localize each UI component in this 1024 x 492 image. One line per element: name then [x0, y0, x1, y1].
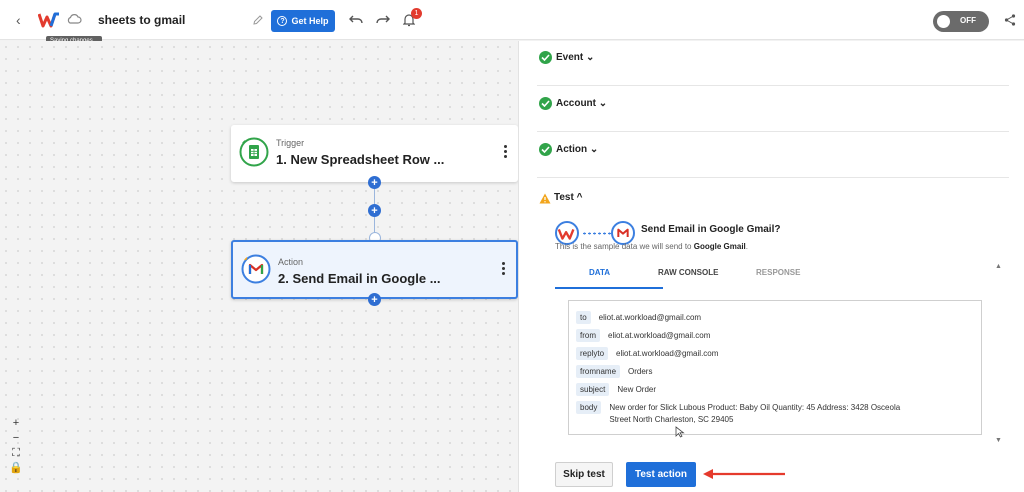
- workflow-on-off-toggle[interactable]: OFF: [933, 11, 989, 32]
- tab-response[interactable]: RESPONSE: [756, 268, 800, 277]
- test-tabs: DATA RAW CONSOLE RESPONSE: [555, 265, 995, 289]
- check-circle-icon: [539, 97, 552, 110]
- flow-dots: [582, 232, 612, 235]
- google-sheets-icon: [239, 137, 269, 167]
- notification-badge: 1: [411, 8, 422, 19]
- scroll-up-icon[interactable]: ▲: [995, 263, 1002, 270]
- data-field-row: to eliot.at.workload@gmail.com: [576, 311, 701, 324]
- get-help-label: Get Help: [291, 16, 329, 26]
- data-field-row: fromname Orders: [576, 365, 652, 378]
- active-tab-indicator: [555, 287, 663, 289]
- data-field-row: subject New Order: [576, 383, 656, 396]
- data-field-row: body New order for Slick Lubous Product:…: [576, 401, 909, 426]
- add-step-button[interactable]: +: [368, 204, 381, 217]
- data-field-row: from eliot.at.workload@gmail.com: [576, 329, 710, 342]
- trigger-node[interactable]: Trigger 1. New Spreadsheet Row ...: [231, 125, 518, 182]
- add-step-button[interactable]: +: [368, 176, 381, 189]
- zoom-out-button[interactable]: −: [8, 431, 24, 446]
- tab-data[interactable]: DATA: [589, 268, 610, 277]
- field-key: to: [576, 311, 591, 324]
- data-field-row: replyto eliot.at.workload@gmail.com: [576, 347, 718, 360]
- red-arrow-annotation: [703, 469, 785, 479]
- field-value: eliot.at.workload@gmail.com: [608, 331, 711, 340]
- warning-icon: [539, 193, 551, 204]
- test-action-button[interactable]: Test action: [626, 462, 696, 487]
- field-key: subject: [576, 383, 610, 396]
- section-action-label: Action: [556, 144, 588, 155]
- zoom-controls: + − ⛶ 🔒: [8, 416, 24, 476]
- check-circle-icon: [539, 143, 552, 156]
- field-value: eliot.at.workload@gmail.com: [616, 349, 719, 358]
- trigger-menu-kebab-icon[interactable]: [504, 145, 508, 159]
- field-value: Orders: [628, 367, 653, 376]
- field-key: fromname: [576, 365, 621, 378]
- trigger-kind-label: Trigger: [276, 138, 305, 148]
- field-value: New order for Slick Lubous Product: Baby…: [609, 403, 901, 424]
- pencil-icon[interactable]: [252, 14, 264, 26]
- section-account-label: Account: [556, 98, 596, 109]
- toggle-knob: [937, 15, 950, 28]
- field-value: eliot.at.workload@gmail.com: [598, 313, 702, 322]
- action-menu-kebab-icon[interactable]: [502, 262, 506, 276]
- field-key: body: [576, 401, 602, 414]
- action-node[interactable]: Action 2. Send Email in Google ...: [231, 240, 518, 299]
- zoom-in-button[interactable]: +: [8, 416, 24, 431]
- tab-raw-console[interactable]: RAW CONSOLE: [658, 268, 718, 277]
- section-test-label: Test: [554, 192, 574, 203]
- section-event[interactable]: Event ⌄: [537, 41, 1009, 86]
- workflow-title[interactable]: sheets to gmail: [98, 13, 185, 27]
- question-icon: ?: [277, 16, 288, 26]
- mouse-cursor-icon: [675, 426, 685, 438]
- gmail-icon: [241, 254, 271, 284]
- top-bar: ‹ sheets to gmail Saving changes... ? Ge…: [0, 0, 1024, 46]
- back-chevron-icon[interactable]: ‹: [16, 12, 21, 28]
- step-config-panel: Event ⌄ Account ⌄ Action ⌄ Test ^ Send E…: [518, 41, 1024, 492]
- lock-button[interactable]: 🔒: [8, 461, 24, 476]
- field-key: replyto: [576, 347, 609, 360]
- check-circle-icon: [539, 51, 552, 64]
- skip-test-button[interactable]: Skip test: [555, 462, 613, 487]
- redo-icon[interactable]: [376, 13, 390, 25]
- scrollbar[interactable]: ▲ ▼: [995, 263, 1003, 447]
- workflow-canvas[interactable]: Trigger 1. New Spreadsheet Row ... + + A…: [0, 41, 518, 492]
- test-flow-subtitle: This is the sample data we will send to …: [555, 242, 748, 251]
- toggle-label: OFF: [960, 16, 976, 25]
- action-kind-label: Action: [278, 257, 304, 267]
- action-name: 2. Send Email in Google ...: [278, 271, 441, 286]
- fit-view-button[interactable]: ⛶: [8, 446, 24, 461]
- section-account[interactable]: Account ⌄: [537, 87, 1009, 132]
- scroll-down-icon[interactable]: ▼: [995, 437, 1002, 444]
- section-event-label: Event: [556, 52, 584, 63]
- field-key: from: [576, 329, 600, 342]
- workload-logo: [38, 12, 59, 28]
- undo-icon[interactable]: [349, 13, 363, 25]
- sample-data-box: to eliot.at.workload@gmail.com from elio…: [568, 300, 982, 435]
- share-icon[interactable]: [1004, 14, 1016, 26]
- field-value: New Order: [617, 385, 657, 394]
- test-flow-title: Send Email in Google Gmail?: [641, 224, 781, 235]
- section-action[interactable]: Action ⌄: [537, 133, 1009, 178]
- get-help-button[interactable]: ? Get Help: [271, 10, 335, 32]
- trigger-name: 1. New Spreadsheet Row ...: [276, 152, 445, 167]
- add-step-button[interactable]: +: [368, 293, 381, 306]
- cloud-icon: [67, 14, 82, 24]
